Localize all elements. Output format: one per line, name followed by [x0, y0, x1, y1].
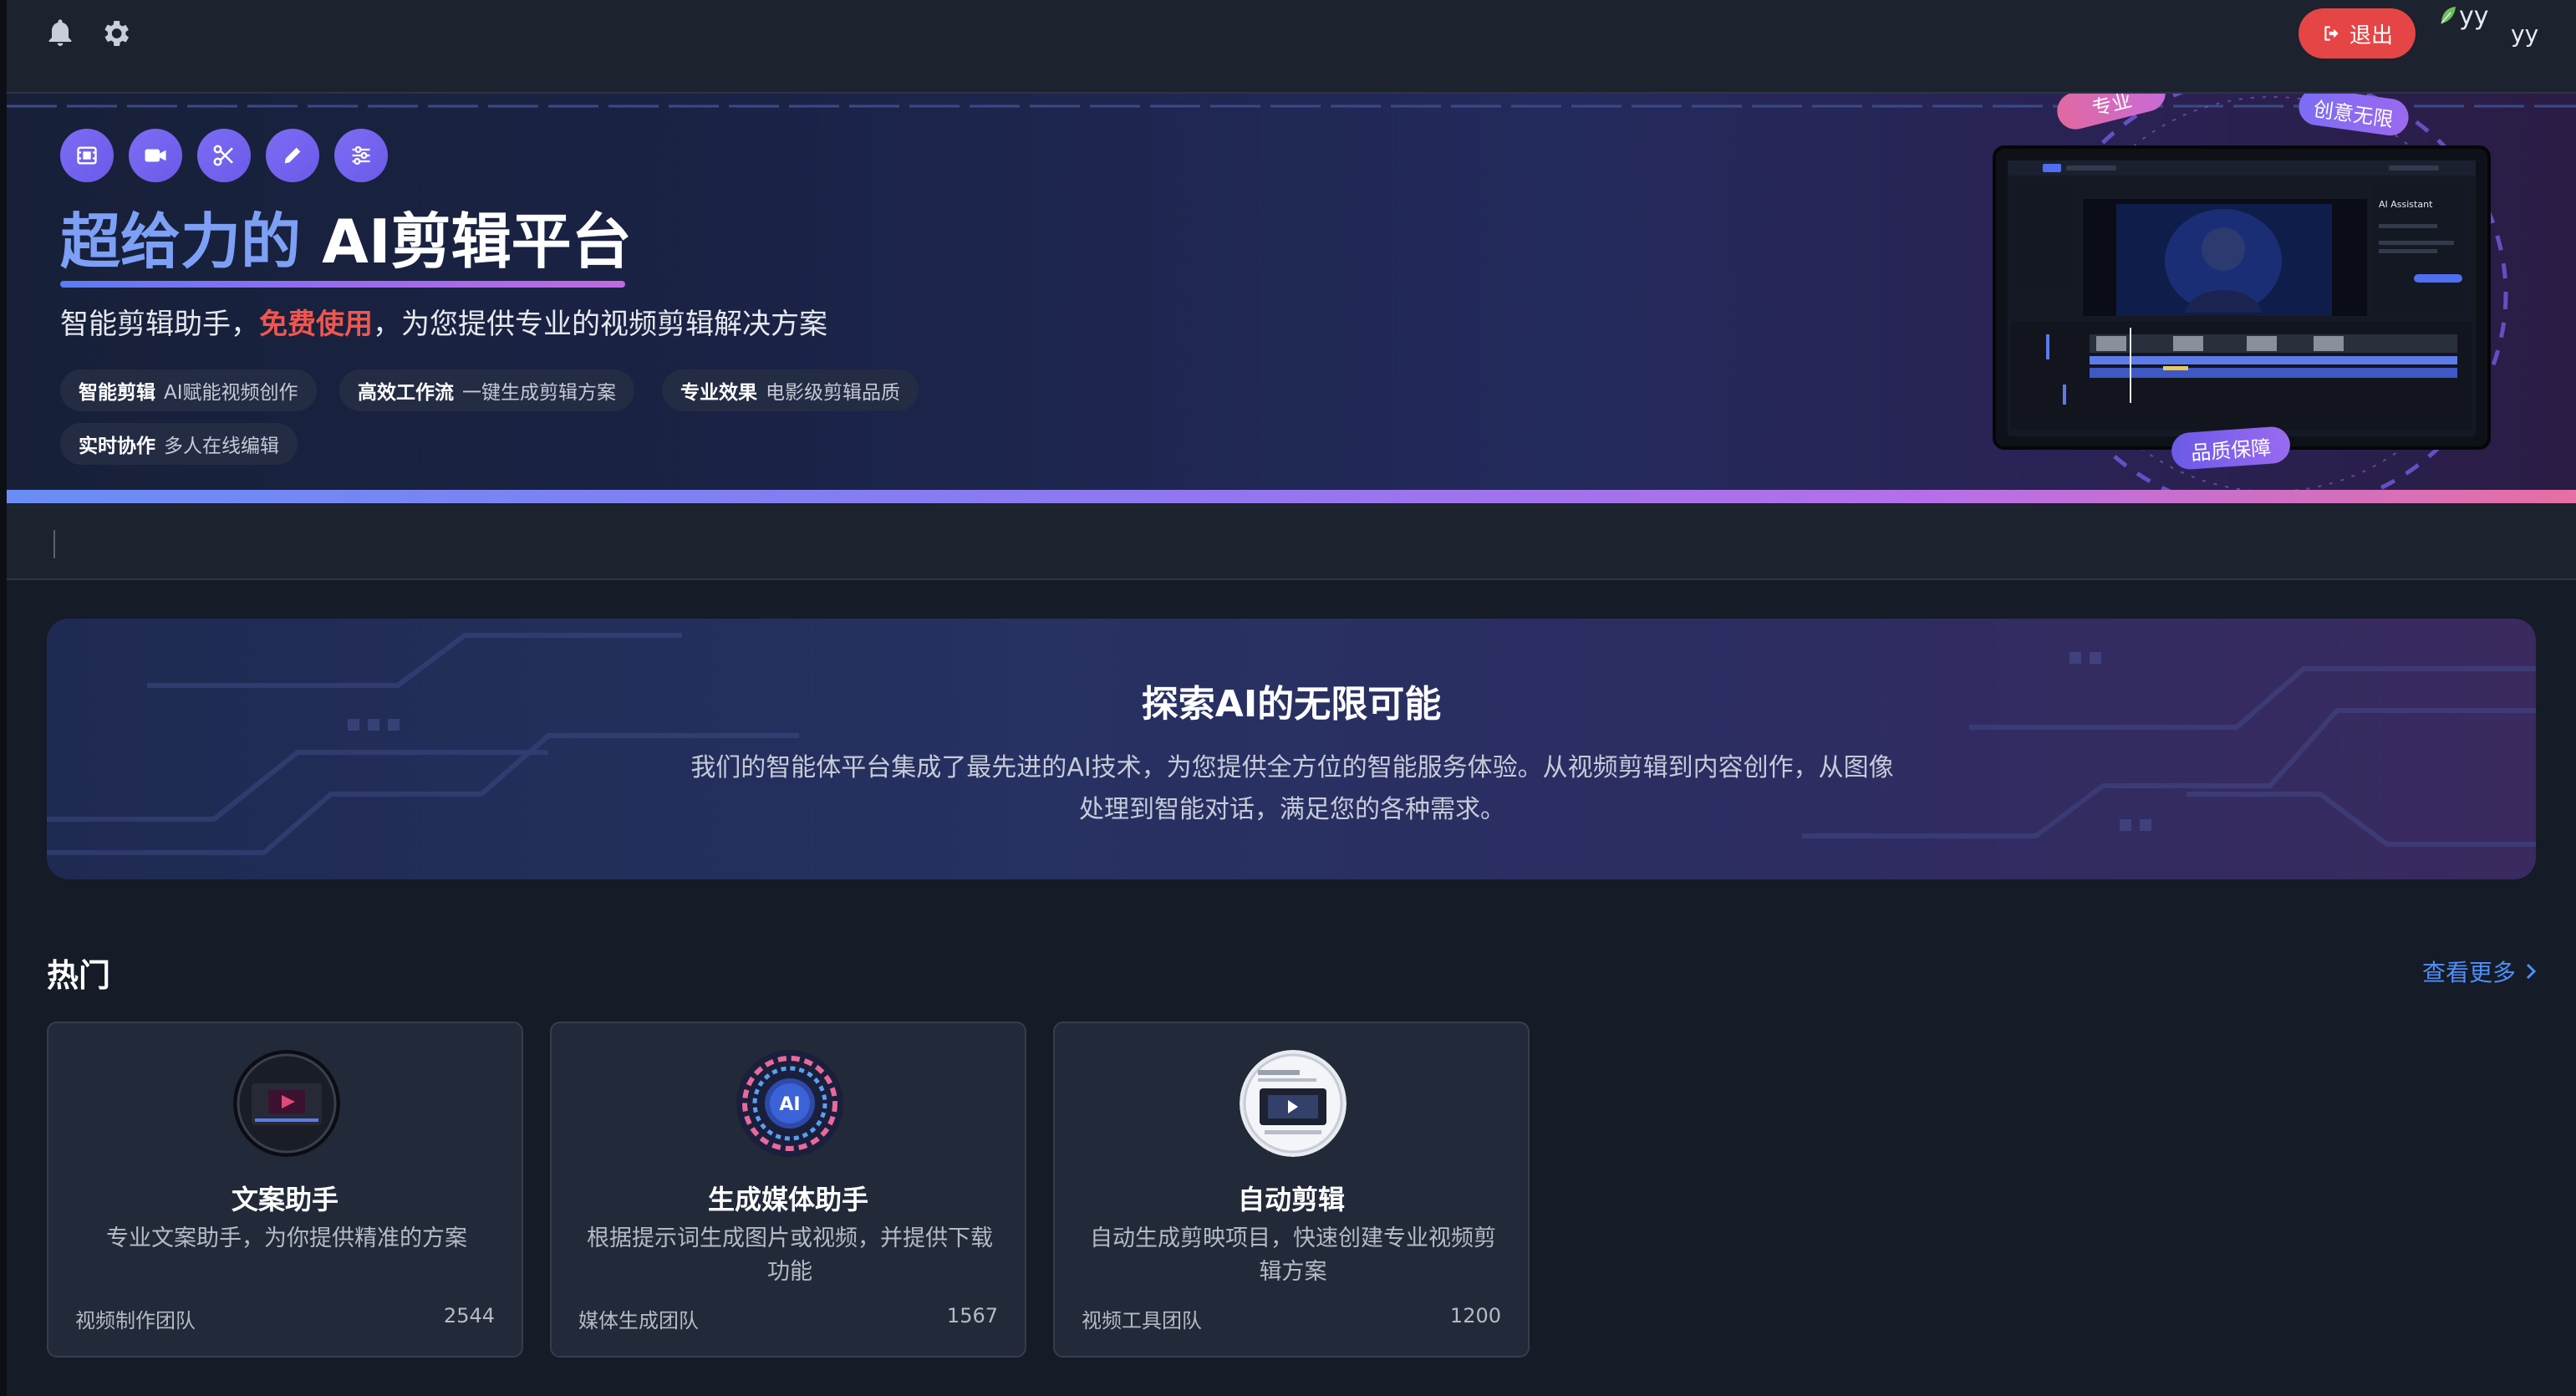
badge-label: 专业	[2089, 94, 2135, 120]
card-description: 根据提示词生成图片或视频，并提供下载功能	[587, 1225, 993, 1285]
hero-subtitle-text: ，为您提供专业的视频剪辑解决方案	[373, 308, 827, 341]
feature-name: 智能剪辑	[79, 382, 155, 404]
feature-pill: 智能剪辑 AI赋能视频创作	[60, 369, 317, 411]
logout-button[interactable]: 退出	[2299, 8, 2416, 59]
feature-pill: 专业效果 电影级剪辑品质	[662, 369, 919, 411]
hero-tool-icons	[60, 129, 388, 182]
logout-icon	[2324, 26, 2339, 41]
badge-label: 创意无限	[2312, 96, 2395, 132]
agent-card[interactable]: 自动剪辑 自动生成剪映项目，快速创建专业视频剪辑方案 视频工具团队 1200	[1053, 1022, 1530, 1358]
card-team: 媒体生成团队	[578, 1309, 699, 1332]
film-icon[interactable]	[60, 129, 114, 182]
card-team: 视频工具团队	[1082, 1309, 1202, 1332]
hero-banner: 超给力的 AI剪辑平台 智能剪辑助手，免费使用，为您提供专业的视频剪辑解决方案 …	[7, 94, 2576, 503]
explore-description: 我们的智能体平台集成了最先进的AI技术，为您提供全方位的智能服务体验。从视频剪辑…	[690, 753, 1894, 824]
feature-desc: 一键生成剪辑方案	[462, 382, 616, 404]
sliders-icon[interactable]	[334, 129, 388, 182]
card-description: 自动生成剪映项目，快速创建专业视频剪辑方案	[1090, 1225, 1496, 1285]
card-usage-count: 1567	[946, 1304, 998, 1327]
badge-label: 品质保障	[2190, 436, 2273, 465]
username[interactable]: yy	[2511, 20, 2538, 48]
card-thumbnail	[1240, 1050, 1347, 1157]
card-usage-count: 2544	[443, 1304, 495, 1327]
feature-desc: AI赋能视频创作	[164, 382, 298, 404]
video-camera-icon[interactable]	[129, 129, 182, 182]
gear-icon[interactable]	[99, 17, 132, 50]
view-more-label: 查看更多	[2422, 959, 2517, 986]
card-thumbnail	[233, 1050, 340, 1157]
preview-panel-title: AI Assistant	[2379, 199, 2433, 210]
agent-card[interactable]: AI 生成媒体助手 根据提示词生成图片或视频，并提供下载功能 媒体生成团队 15…	[550, 1022, 1026, 1358]
broken-image-icon	[2441, 7, 2456, 24]
card-thumbnail: AI	[736, 1050, 843, 1157]
hot-section-title: 热门	[47, 957, 111, 994]
hero-title-rest: AI剪辑平台	[322, 206, 632, 277]
card-team: 视频制作团队	[75, 1309, 196, 1332]
chevron-right-icon	[2526, 963, 2537, 980]
feature-desc: 电影级剪辑品质	[766, 382, 900, 404]
feature-pill: 高效工作流 一键生成剪辑方案	[339, 369, 634, 411]
hero-title: 超给力的 AI剪辑平台	[60, 204, 632, 279]
card-title: 文案助手	[231, 1184, 339, 1215]
bell-icon[interactable]	[43, 17, 77, 50]
search-strip	[7, 503, 2576, 580]
view-more-link[interactable]: 查看更多	[2422, 955, 2538, 988]
feature-pill: 实时协作 多人在线编辑	[60, 423, 298, 465]
hero-gradient-bar	[7, 490, 2576, 503]
top-bar: 退出 yy yy	[7, 0, 2576, 94]
hero-subtitle-highlight: 免费使用	[259, 308, 373, 341]
explore-panel: 探索AI的无限可能 我们的智能体平台集成了最先进的AI技术，为您提供全方位的智能…	[47, 619, 2536, 879]
window-edge	[0, 0, 7, 1396]
card-usage-count: 1200	[1449, 1304, 1501, 1327]
scissors-icon[interactable]	[197, 129, 251, 182]
editor-preview-graphic: AI Assistant	[1996, 149, 2487, 446]
feature-name: 实时协作	[79, 436, 155, 457]
card-title: 生成媒体助手	[707, 1184, 868, 1215]
text-cursor[interactable]	[53, 530, 55, 558]
card-description: 专业文案助手，为你提供精准的方案	[106, 1225, 467, 1251]
ai-logo-text: AI	[779, 1094, 800, 1115]
hero-subtitle-text: 智能剪辑助手，	[60, 308, 259, 341]
hero-title-highlight: 超给力的	[60, 206, 302, 277]
logout-label: 退出	[2349, 23, 2393, 48]
feature-name: 高效工作流	[358, 382, 454, 404]
explore-title: 探索AI的无限可能	[1141, 683, 1442, 726]
hero-subtitle: 智能剪辑助手，免费使用，为您提供专业的视频剪辑解决方案	[60, 301, 827, 342]
editor-preview-screenshot: AI Assistant	[1993, 145, 2491, 450]
card-title: 自动剪辑	[1237, 1184, 1345, 1215]
avatar[interactable]: yy	[2459, 2, 2489, 31]
feature-name: 专业效果	[680, 382, 757, 404]
feature-desc: 多人在线编辑	[164, 436, 279, 457]
pencil-icon[interactable]	[266, 129, 319, 182]
agent-card[interactable]: 文案助手 专业文案助手，为你提供精准的方案 视频制作团队 2544	[47, 1022, 523, 1358]
hero-title-underline	[60, 281, 625, 288]
